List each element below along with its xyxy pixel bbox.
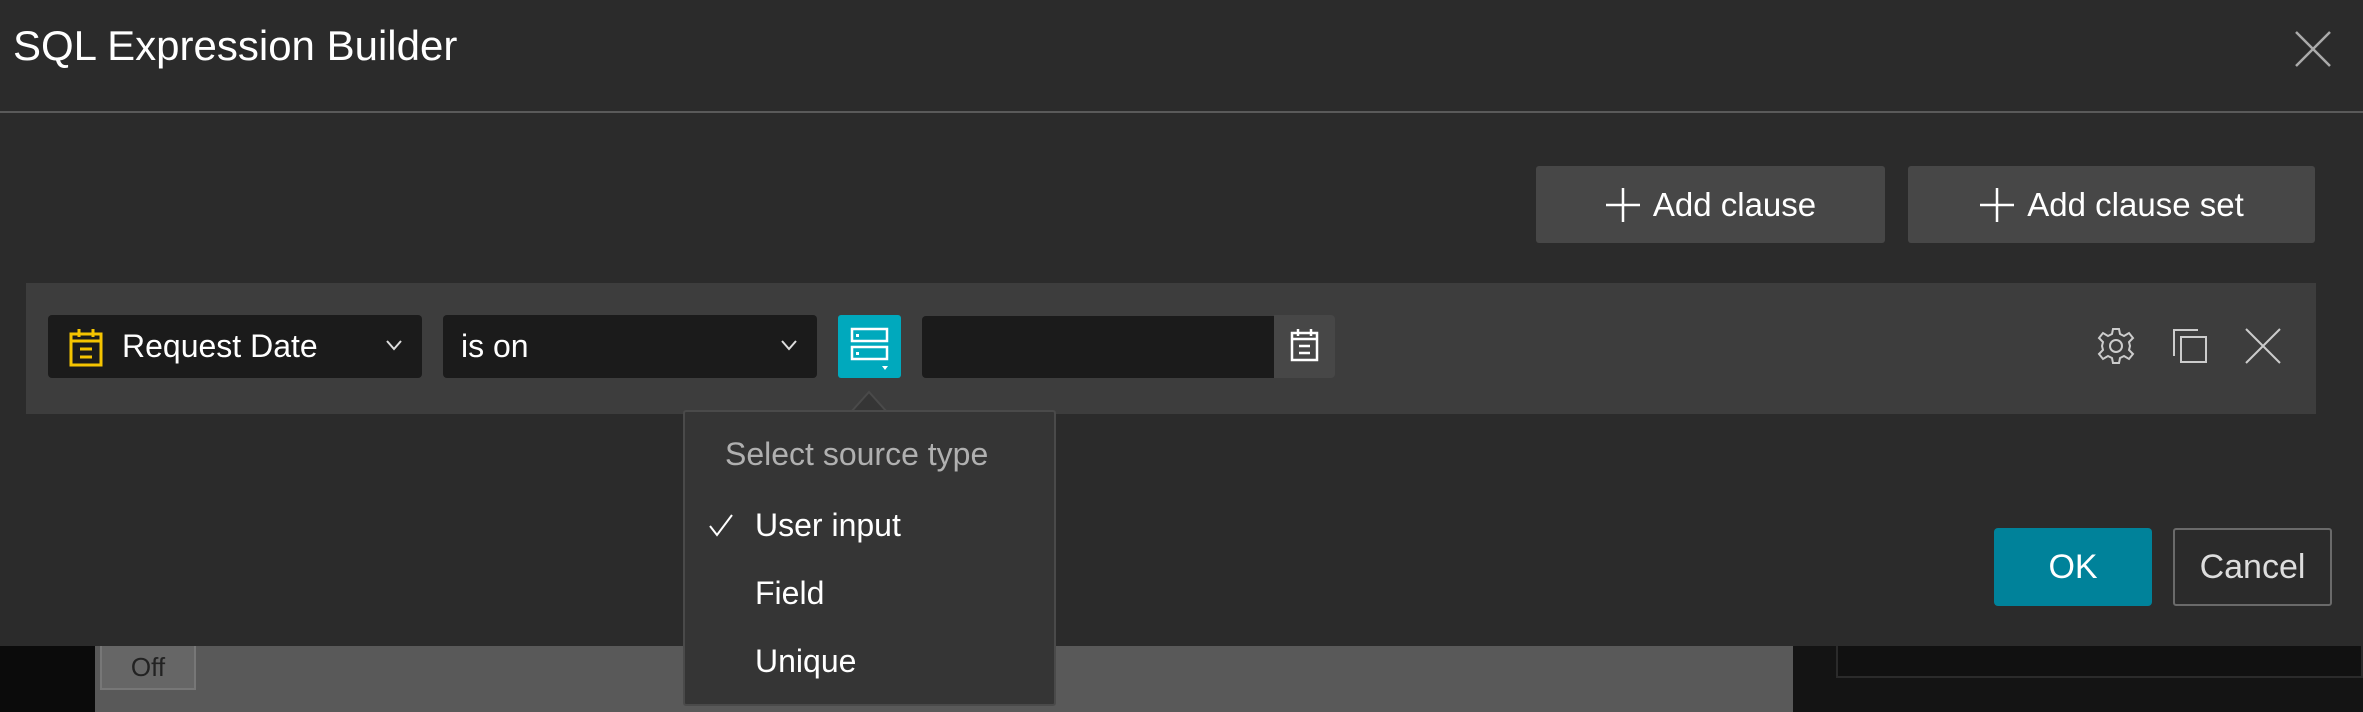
background-left-panel: [0, 646, 95, 712]
sql-expression-builder-dialog: SQL Expression Builder Add clause Add cl…: [0, 0, 2363, 646]
date-value-input[interactable]: [922, 316, 1274, 378]
gear-icon[interactable]: [2096, 326, 2136, 366]
add-clause-label: Add clause: [1652, 185, 1817, 223]
calendar-picker-icon[interactable]: [1274, 315, 1335, 378]
calendar-field-icon: [69, 328, 103, 366]
header-divider: [0, 111, 2363, 113]
cancel-button[interactable]: Cancel: [2173, 528, 2332, 606]
plus-icon: [1980, 187, 2015, 222]
add-clause-button[interactable]: Add clause: [1536, 166, 1885, 243]
source-option-unique[interactable]: Unique: [685, 628, 1054, 694]
background-panel-box: [1836, 646, 2363, 678]
chevron-down-icon: [781, 340, 797, 351]
dialog-title: SQL Expression Builder: [13, 22, 458, 69]
field-select-value: Request Date: [122, 328, 318, 364]
close-icon[interactable]: [2294, 30, 2332, 68]
copy-icon[interactable]: [2170, 326, 2210, 366]
ok-button[interactable]: OK: [1994, 528, 2152, 606]
delete-clause-icon[interactable]: [2243, 326, 2283, 366]
add-clause-set-label: Add clause set: [2027, 185, 2244, 223]
source-type-popover: Select source type User input Field Uniq…: [683, 410, 1056, 706]
option-label: Unique: [755, 642, 857, 679]
operator-select[interactable]: is on: [443, 315, 817, 378]
source-type-button[interactable]: [838, 315, 901, 378]
source-option-field[interactable]: Field: [685, 560, 1054, 626]
field-select[interactable]: Request Date: [48, 315, 422, 378]
chevron-down-icon: [386, 340, 402, 351]
popover-arrow: [851, 390, 887, 412]
option-label: Field: [755, 574, 825, 611]
option-label: User input: [755, 506, 901, 543]
check-icon: [709, 514, 733, 537]
off-button[interactable]: Off: [100, 646, 196, 690]
add-clause-set-button[interactable]: Add clause set: [1908, 166, 2315, 243]
source-option-user-input[interactable]: User input: [685, 492, 1054, 558]
operator-select-value: is on: [461, 328, 529, 364]
plus-icon: [1605, 187, 1640, 222]
popover-header: Select source type: [725, 436, 989, 472]
